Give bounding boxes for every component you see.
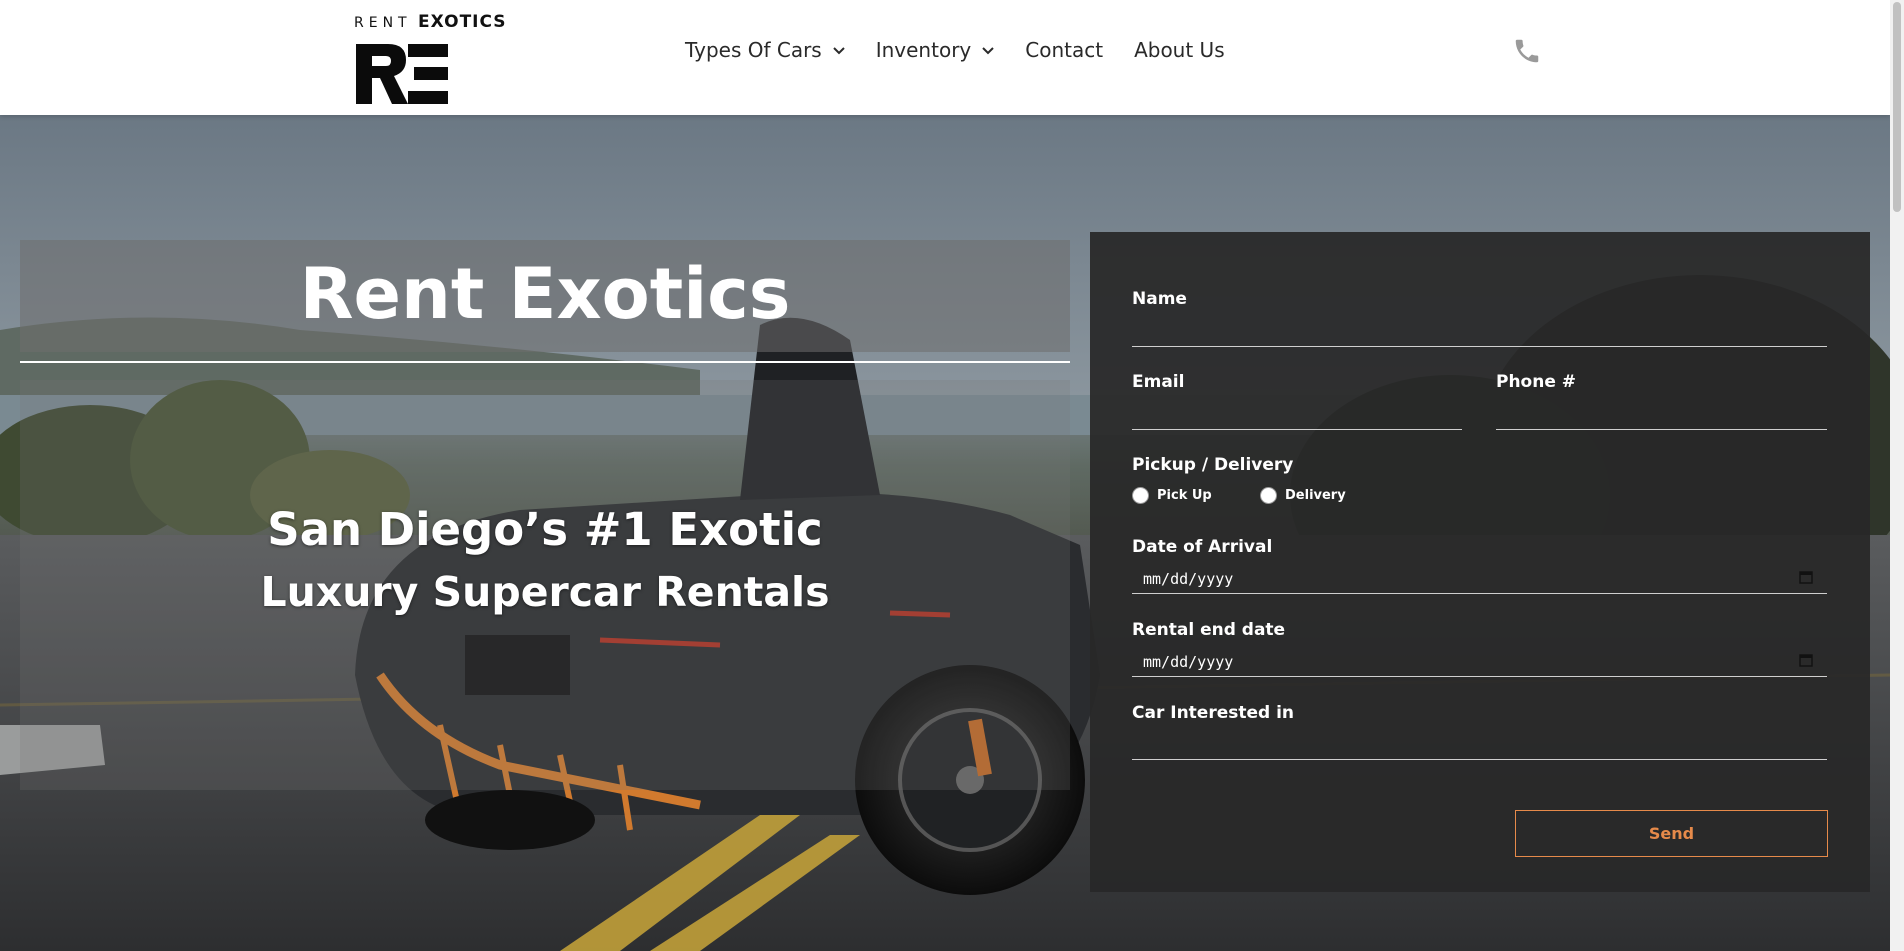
phone-icon[interactable] bbox=[1512, 36, 1542, 66]
chevron-down-icon bbox=[833, 47, 845, 55]
main-nav: Types Of Cars Inventory Contact About Us bbox=[685, 38, 1225, 62]
hero-subtitle-line2: Luxury Supercar Rentals bbox=[260, 568, 830, 616]
nav-about-us[interactable]: About Us bbox=[1134, 38, 1225, 62]
email-underline bbox=[1132, 429, 1462, 430]
phone-input[interactable] bbox=[1496, 395, 1827, 427]
rental-end-underline bbox=[1132, 676, 1827, 677]
hero-subtitle-line1: San Diego’s #1 Exotic bbox=[267, 503, 823, 556]
delivery-radio-label: Delivery bbox=[1285, 488, 1346, 503]
scrollbar-thumb[interactable] bbox=[1893, 2, 1901, 212]
nav-inventory[interactable]: Inventory bbox=[876, 38, 996, 62]
pickup-radio[interactable] bbox=[1132, 487, 1149, 504]
nav-types-of-cars[interactable]: Types Of Cars bbox=[685, 38, 846, 62]
phone-label: Phone # bbox=[1496, 372, 1577, 392]
email-input[interactable] bbox=[1132, 395, 1462, 427]
calendar-icon[interactable] bbox=[1799, 570, 1813, 584]
chevron-down-icon bbox=[982, 47, 994, 55]
nav-types-label: Types Of Cars bbox=[685, 38, 822, 62]
delivery-radio-option[interactable]: Delivery bbox=[1260, 487, 1346, 504]
send-button[interactable]: Send bbox=[1515, 810, 1828, 857]
site-header: RENT EXOTICS Types Of Cars Inventory Con… bbox=[0, 0, 1890, 115]
email-label: Email bbox=[1132, 372, 1185, 392]
pickup-radio-label: Pick Up bbox=[1157, 488, 1212, 503]
site-logo[interactable]: RENT EXOTICS bbox=[354, 12, 519, 104]
calendar-icon[interactable] bbox=[1799, 653, 1813, 667]
delivery-radio[interactable] bbox=[1260, 487, 1277, 504]
rental-end-input[interactable]: mm/dd/yyyy bbox=[1143, 653, 1233, 671]
logo-mark-icon bbox=[356, 44, 448, 104]
nav-about-label: About Us bbox=[1134, 38, 1225, 62]
phone-underline bbox=[1496, 429, 1827, 430]
hero-title: Rent Exotics bbox=[299, 253, 791, 335]
nav-contact-label: Contact bbox=[1025, 38, 1104, 62]
arrival-underline bbox=[1132, 593, 1827, 594]
logo-word-rent: RENT bbox=[354, 15, 412, 31]
pickup-delivery-label: Pickup / Delivery bbox=[1132, 455, 1294, 475]
name-input[interactable] bbox=[1132, 312, 1827, 344]
car-interest-underline bbox=[1132, 759, 1827, 760]
car-interest-label: Car Interested in bbox=[1132, 703, 1295, 723]
pickup-radio-option[interactable]: Pick Up bbox=[1132, 487, 1212, 504]
car-interest-input[interactable] bbox=[1132, 726, 1827, 758]
arrival-date-label: Date of Arrival bbox=[1132, 537, 1273, 557]
arrival-date-input[interactable]: mm/dd/yyyy bbox=[1143, 570, 1233, 588]
logo-wordmark: RENT EXOTICS bbox=[354, 12, 519, 32]
title-divider bbox=[20, 361, 1070, 363]
nav-inventory-label: Inventory bbox=[875, 38, 972, 62]
logo-word-exotics: EXOTICS bbox=[418, 12, 507, 32]
rental-end-label: Rental end date bbox=[1132, 620, 1286, 640]
nav-contact[interactable]: Contact bbox=[1025, 38, 1103, 62]
name-label: Name bbox=[1132, 289, 1187, 309]
name-underline bbox=[1132, 346, 1827, 347]
page-scrollbar[interactable] bbox=[1890, 0, 1904, 951]
